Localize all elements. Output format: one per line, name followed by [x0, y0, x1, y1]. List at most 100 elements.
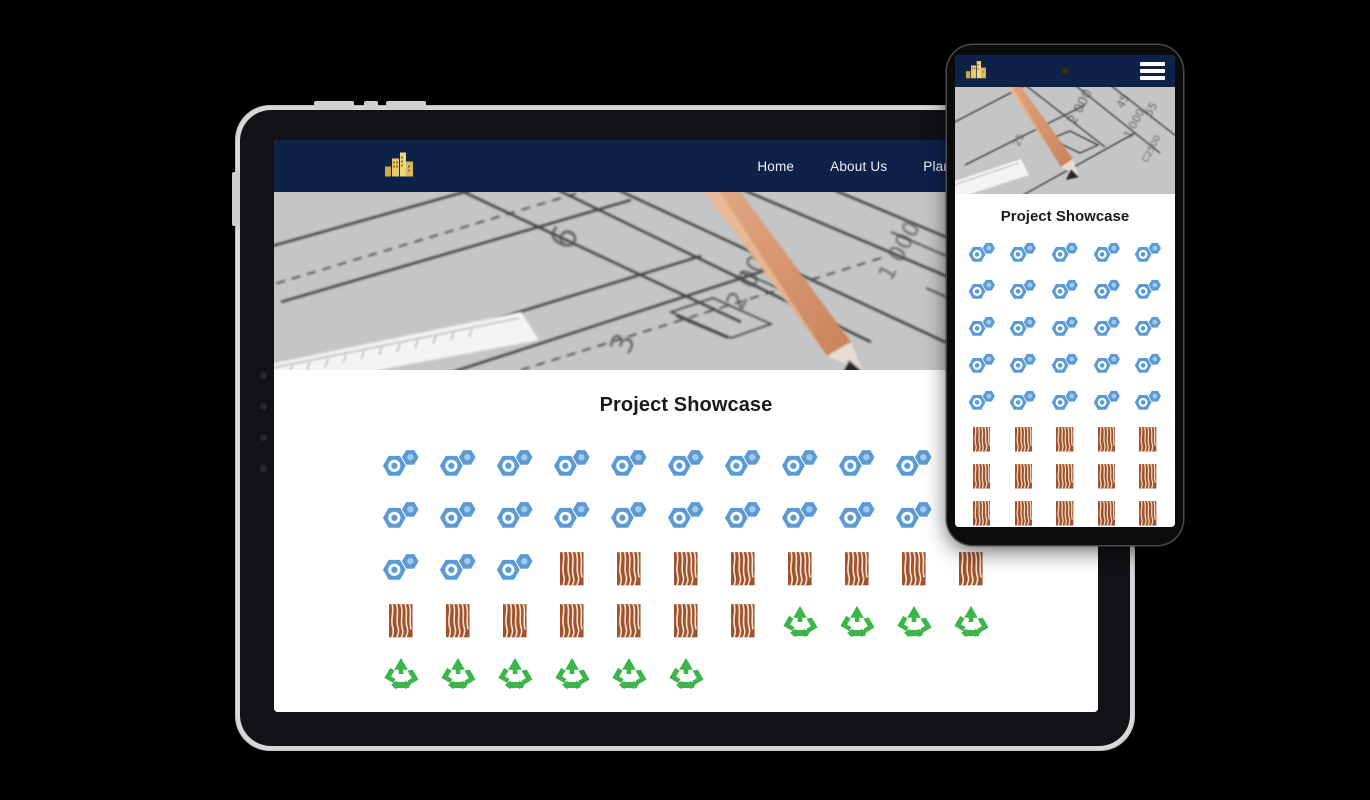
- recycle-icon: [783, 605, 818, 638]
- pictogram-icon: [544, 547, 601, 591]
- recycle-icon: [498, 657, 533, 690]
- wood-plank-icon: [1139, 427, 1157, 452]
- pictogram-icon: [943, 599, 1000, 643]
- camera-dot: [1060, 66, 1070, 76]
- wood-plank-icon: [731, 552, 755, 586]
- wood-plank-icon: [1056, 501, 1074, 526]
- nut-bolt-icon: [968, 243, 995, 263]
- recycle-icon: [669, 657, 704, 690]
- pictogram-icon: [1044, 422, 1086, 457]
- wood-plank-icon: [560, 552, 584, 586]
- pictogram-icon: [430, 651, 487, 695]
- recycle-icon: [840, 605, 875, 638]
- pictogram-icon: [373, 651, 430, 695]
- nut-bolt-icon: [496, 501, 533, 528]
- nut-bolt-icon: [667, 449, 704, 476]
- nut-bolt-icon: [553, 449, 590, 476]
- nut-bolt-icon: [1010, 354, 1037, 374]
- pictogram-icon: [715, 547, 772, 591]
- tablet-button-top-1[interactable]: [314, 101, 354, 110]
- nut-bolt-icon: [1051, 354, 1078, 374]
- wood-plank-icon: [1056, 427, 1074, 452]
- nav-item-home[interactable]: Home: [757, 159, 794, 174]
- pictogram-icon: [373, 495, 430, 539]
- nut-bolt-icon: [1134, 243, 1162, 263]
- pictogram-icon: [1127, 311, 1169, 346]
- nut-bolt-icon: [968, 317, 995, 337]
- pictogram-icon: [1003, 422, 1045, 457]
- nut-bolt-icon: [382, 553, 419, 580]
- pictogram-icon: [829, 443, 886, 487]
- pictogram-icon: [943, 547, 1000, 591]
- pictogram-icon: [373, 599, 430, 643]
- pictogram-icon: [1086, 237, 1128, 272]
- tablet-button-left[interactable]: [232, 172, 240, 226]
- wood-plank-icon: [1014, 501, 1033, 526]
- phone-hero-blueprint-image: 2 000 1 000 C2500 45 55 25: [955, 87, 1175, 194]
- pictogram-icon: [1003, 274, 1045, 309]
- pictogram-icon: [373, 547, 430, 591]
- nut-bolt-icon: [968, 391, 995, 411]
- tablet-button-top-3[interactable]: [386, 101, 426, 110]
- pictogram-icon: [1044, 274, 1086, 309]
- pictogram-icon: [544, 599, 601, 643]
- nut-bolt-icon: [1134, 317, 1162, 337]
- wood-plank-icon: [560, 604, 584, 638]
- pictogram-icon: [601, 495, 658, 539]
- nut-bolt-icon: [1051, 317, 1078, 337]
- wood-plank-icon: [788, 552, 812, 586]
- pictogram-icon: [430, 599, 487, 643]
- pictogram-icon: [430, 495, 487, 539]
- wood-plank-icon: [617, 552, 641, 586]
- building-logo[interactable]: [965, 59, 987, 84]
- pictogram-icon: [487, 651, 544, 695]
- hamburger-menu-icon[interactable]: [1140, 62, 1165, 80]
- pictogram-icon: [961, 311, 1003, 346]
- pictogram-icon: [1127, 237, 1169, 272]
- nut-bolt-icon: [1051, 391, 1078, 411]
- wood-plank-icon: [973, 464, 991, 489]
- pictogram-icon: [715, 495, 772, 539]
- screenshot-stage: Home About Us Plans Contact: [0, 0, 1370, 800]
- pictogram-icon: [961, 274, 1003, 309]
- wood-plank-icon: [973, 501, 991, 526]
- pictogram-icon: [487, 495, 544, 539]
- recycle-icon: [612, 657, 647, 690]
- pictogram-icon: [1003, 237, 1045, 272]
- nut-bolt-icon: [553, 501, 590, 528]
- wood-plank-icon: [674, 604, 698, 638]
- building-logo[interactable]: [384, 150, 414, 183]
- nav-item-about-us[interactable]: About Us: [830, 159, 887, 174]
- pictogram-icon: [1044, 385, 1086, 420]
- recycle-icon: [897, 605, 932, 638]
- pictogram-icon: [1086, 385, 1128, 420]
- nut-bolt-icon: [968, 354, 995, 374]
- wood-plank-icon: [446, 604, 470, 638]
- pictogram-icon: [544, 443, 601, 487]
- pictogram-icon: [658, 651, 715, 695]
- pictogram-icon: [658, 443, 715, 487]
- pictogram-icon: [961, 385, 1003, 420]
- wood-plank-icon: [503, 604, 527, 638]
- nut-bolt-icon: [496, 449, 533, 476]
- pictogram-icon: [430, 443, 487, 487]
- pictogram-icon: [772, 443, 829, 487]
- pictogram-icon: [1044, 496, 1086, 527]
- pictogram-icon: [961, 496, 1003, 527]
- nut-bolt-icon: [1134, 280, 1162, 300]
- pictogram-icon: [772, 547, 829, 591]
- nut-bolt-icon: [838, 449, 875, 476]
- pictogram-icon: [430, 547, 487, 591]
- nut-bolt-icon: [610, 449, 647, 476]
- tablet-speaker-dots: [260, 372, 268, 496]
- tablet-button-top-2[interactable]: [364, 101, 378, 110]
- pictogram-icon: [1044, 237, 1086, 272]
- pictogram-icon: [658, 599, 715, 643]
- pictogram-icon: [487, 599, 544, 643]
- nut-bolt-icon: [1093, 280, 1120, 300]
- pictogram-icon: [1086, 496, 1128, 527]
- wood-plank-icon: [617, 604, 641, 638]
- pictogram-icon: [961, 348, 1003, 383]
- pictogram-icon: [1044, 311, 1086, 346]
- pictogram-icon: [1127, 274, 1169, 309]
